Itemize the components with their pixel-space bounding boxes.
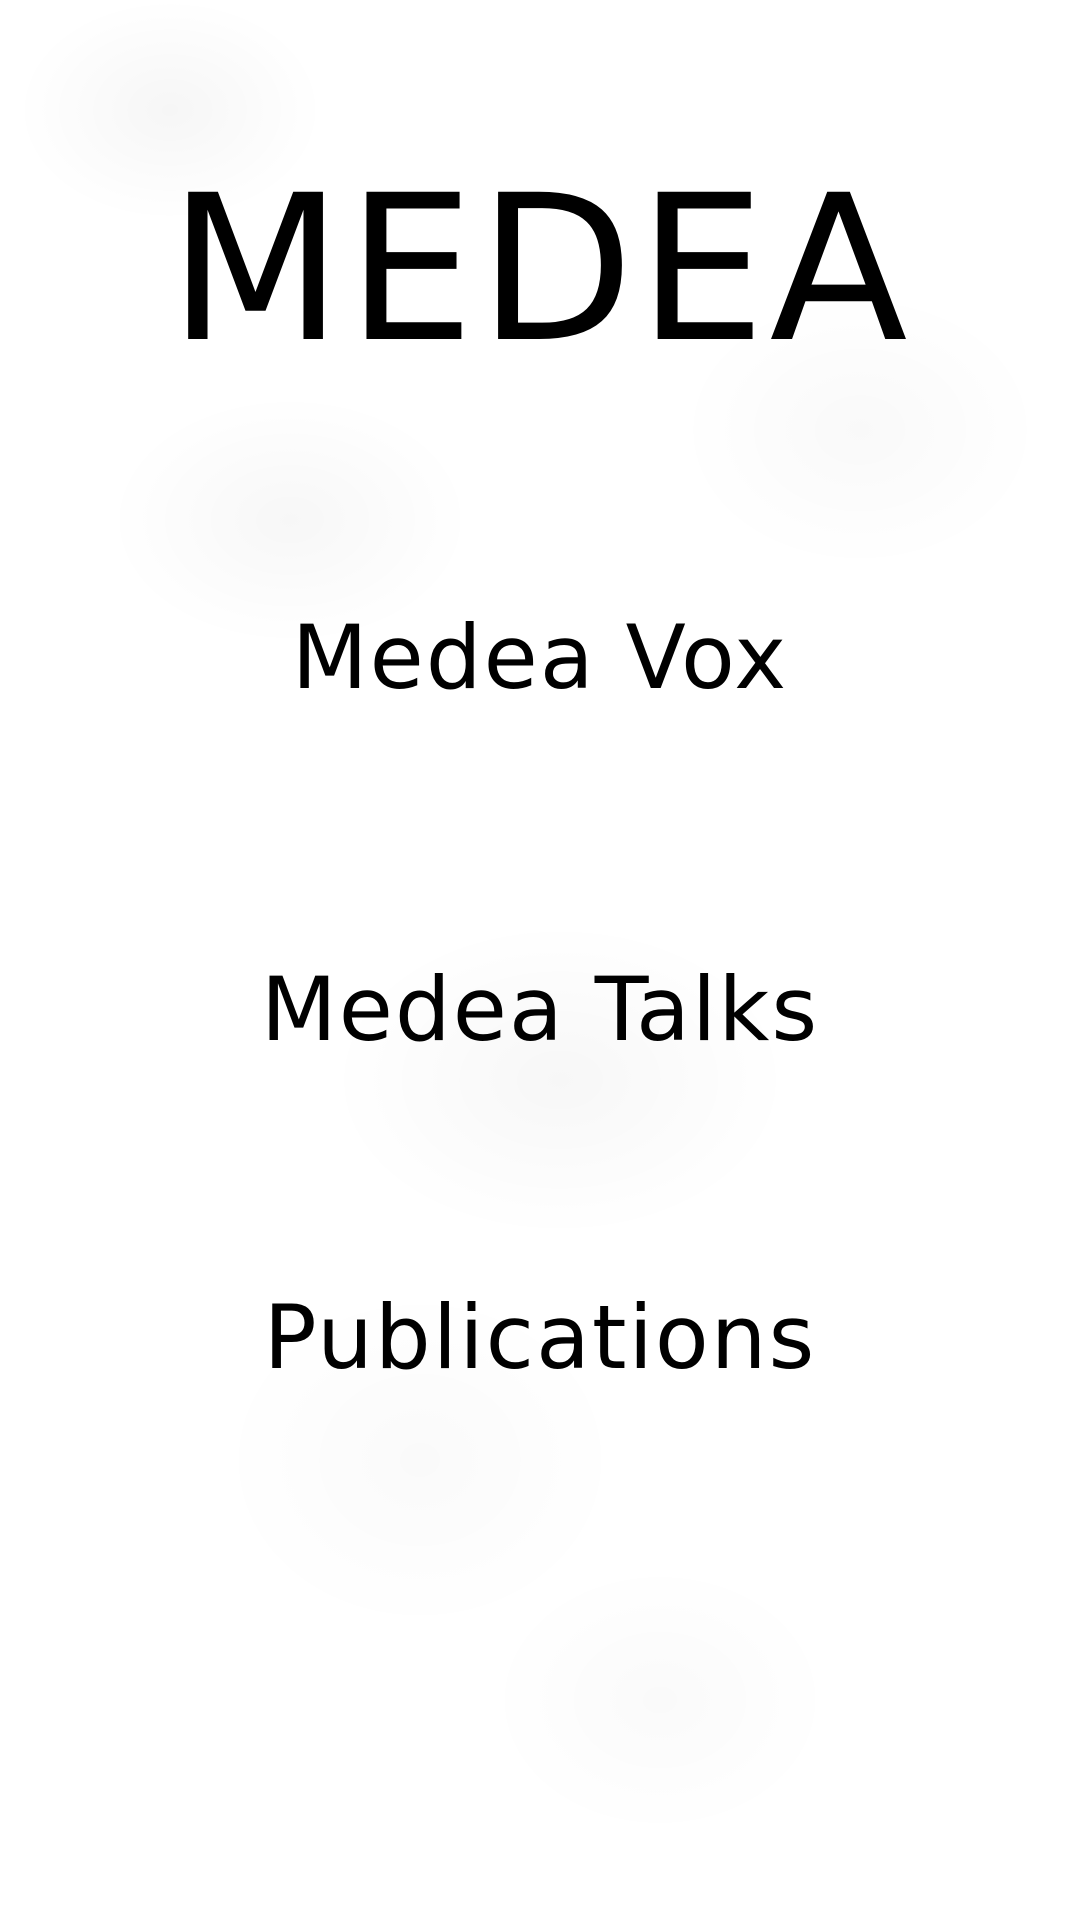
brand-title: MEDEA	[168, 151, 912, 387]
menu-link-medea-vox[interactable]: Medea Vox	[0, 614, 1080, 702]
menu-label-medea-talks: Medea Talks	[260, 958, 820, 1061]
menu-label-publications: Publications	[263, 1286, 817, 1389]
menu-label-medea-vox: Medea Vox	[291, 606, 789, 709]
menu-link-publications[interactable]: Publications	[0, 1294, 1080, 1382]
landing-page: MEDEA Medea Vox Medea Talks Publications	[0, 0, 1080, 1920]
menu-link-medea-talks[interactable]: Medea Talks	[0, 966, 1080, 1054]
